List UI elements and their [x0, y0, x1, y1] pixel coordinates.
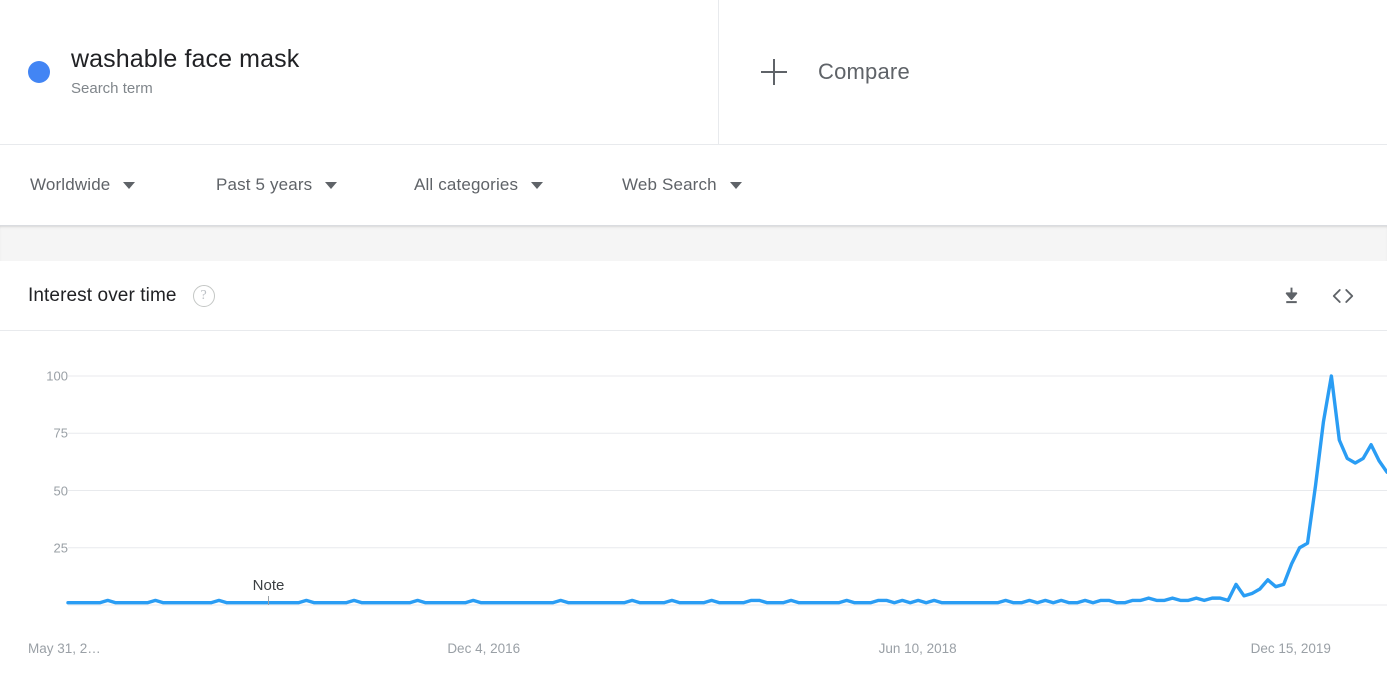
search-term-panel[interactable]: washable face mask Search term: [0, 0, 719, 144]
note-annotation-label[interactable]: Note: [253, 577, 285, 594]
filter-time-range[interactable]: Past 5 years: [216, 175, 414, 195]
search-term-bar: washable face mask Search term Compare: [0, 0, 1387, 145]
x-axis-tick-label: Dec 15, 2019: [1251, 641, 1331, 656]
y-axis-tick-label: 50: [28, 483, 68, 498]
interest-over-time-chart[interactable]: [0, 331, 1387, 695]
chevron-down-icon: [123, 182, 135, 189]
search-term-subtitle: Search term: [71, 78, 299, 100]
filter-category[interactable]: All categories: [414, 175, 622, 195]
series-color-dot: [28, 61, 50, 83]
y-axis-tick-label: 100: [28, 369, 68, 384]
embed-code-icon[interactable]: [1327, 280, 1359, 312]
chart-area[interactable]: 100 75 50 25 May 31, 2… Dec 4, 2016 Jun 10, 2…: [0, 331, 1387, 695]
download-icon[interactable]: [1275, 280, 1307, 312]
help-circle-icon[interactable]: ?: [193, 285, 215, 307]
filter-location[interactable]: Worldwide: [30, 175, 216, 195]
chevron-down-icon: [531, 182, 543, 189]
note-annotation-tick: [268, 596, 269, 605]
filter-bar: Worldwide Past 5 years All categories We…: [0, 145, 1387, 226]
x-axis-tick-label: Jun 10, 2018: [879, 641, 957, 656]
search-term-texts: washable face mask Search term: [71, 44, 299, 100]
x-axis-tick-label: Dec 4, 2016: [447, 641, 520, 656]
add-comparison-button[interactable]: Compare: [761, 59, 910, 85]
y-axis-tick-label: 75: [28, 426, 68, 441]
filter-time-range-label: Past 5 years: [216, 175, 312, 195]
search-term-title: washable face mask: [71, 44, 299, 75]
y-axis-tick-label: 25: [28, 540, 68, 555]
trend-line[interactable]: [68, 376, 1387, 603]
page-background-band: [0, 226, 1387, 261]
compare-label: Compare: [818, 59, 910, 85]
compare-panel: Compare: [719, 0, 1387, 144]
chevron-down-icon: [325, 182, 337, 189]
chevron-down-icon: [730, 182, 742, 189]
filter-search-type[interactable]: Web Search: [622, 175, 822, 195]
page-title: Interest over time: [28, 285, 177, 307]
interest-over-time-card: Interest over time ? 100 75 50 25 May 31, 2…: [0, 261, 1387, 695]
filter-location-label: Worldwide: [30, 175, 110, 195]
filter-category-label: All categories: [414, 175, 518, 195]
filter-search-type-label: Web Search: [622, 175, 717, 195]
x-axis-tick-label: May 31, 2…: [28, 641, 101, 656]
card-header: Interest over time ?: [0, 261, 1387, 331]
plus-icon: [761, 59, 787, 85]
